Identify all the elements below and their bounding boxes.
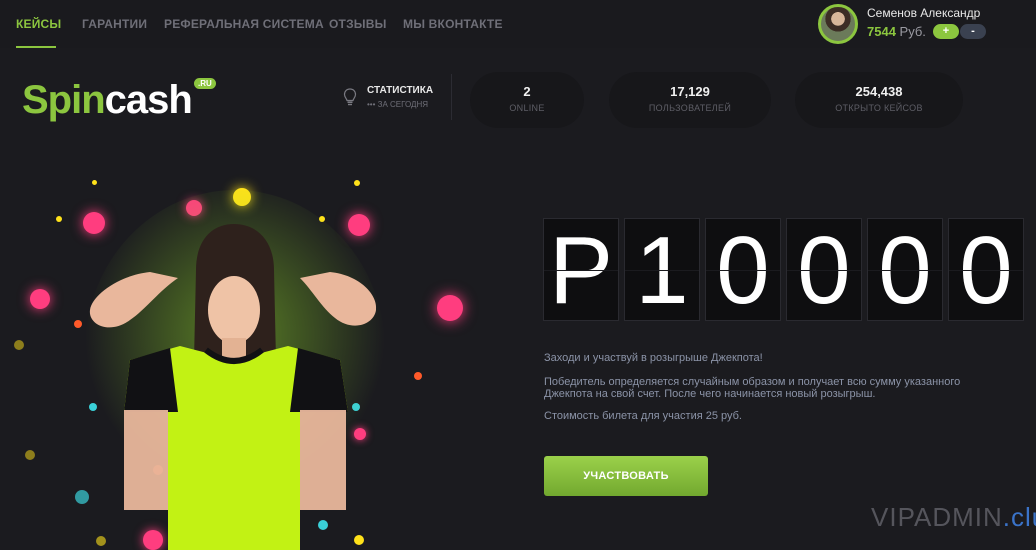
stat-cases-opened: 254,438 ОТКРЫТО КЕЙСОВ: [795, 72, 963, 128]
jackpot-digit: 1: [624, 218, 700, 322]
jackpot-digit: 0: [705, 218, 781, 322]
nav-item-cases[interactable]: КЕЙСЫ: [0, 0, 66, 48]
user-balance: 7544 Руб.: [867, 24, 926, 39]
stats-divider: [451, 74, 452, 120]
stat-cases-value: 254,438: [855, 84, 903, 99]
jackpot-digit: Р: [543, 218, 619, 322]
balance-value: 7544: [867, 24, 896, 39]
nav-item-vk[interactable]: МЫ ВКОНТАКТЕ: [403, 0, 503, 48]
hero-illustration: [0, 150, 520, 550]
jackpot-intro: Заходи и участвуй в розыгрыше Джекпота!: [544, 352, 763, 364]
participate-button[interactable]: УЧАСТВОВАТЬ: [544, 456, 708, 496]
nav-item-referral[interactable]: РЕФЕРАЛЬНАЯ СИСТЕМА: [164, 0, 324, 48]
stat-users-label: ПОЛЬЗОВАТЕЛЕЙ: [648, 103, 732, 113]
stat-users-value: 17,129: [670, 84, 710, 99]
lightbulb-icon: [343, 88, 357, 106]
jackpot-digit: 0: [948, 218, 1024, 322]
top-bar: КЕЙСЫ ГАРАНТИИ РЕФЕРАЛЬНАЯ СИСТЕМА ОТЗЫВ…: [0, 0, 1036, 48]
nav-item-guarantees[interactable]: ГАРАНТИИ: [82, 0, 147, 48]
stat-online-label: ONLINE: [509, 103, 545, 113]
user-name[interactable]: Семенов Александр: [867, 6, 980, 20]
jackpot-rules-line2: Джекпота на свой счет. После чего начина…: [544, 388, 876, 400]
stat-cases-label: ОТКРЫТО КЕЙСОВ: [835, 103, 923, 113]
nav-item-reviews[interactable]: ОТЗЫВЫ: [329, 0, 387, 48]
site-logo[interactable]: Spincash .RU: [22, 78, 216, 122]
jackpot-digit: 0: [867, 218, 943, 322]
watermark-text: VIPADMIN: [871, 502, 1003, 532]
logo-domain-badge: .RU: [194, 78, 216, 89]
main-nav: КЕЙСЫ ГАРАНТИИ РЕФЕРАЛЬНАЯ СИСТЕМА ОТЗЫВ…: [0, 0, 502, 48]
logo-part-spin: Spin: [22, 78, 106, 122]
watermark: VIPADMIN.club: [871, 502, 1036, 533]
stats-subtitle: ••• ЗА СЕГОДНЯ: [367, 100, 429, 109]
withdraw-button[interactable]: -: [960, 24, 986, 39]
jackpot-digit: 0: [786, 218, 862, 322]
stat-online: 2 ONLINE: [470, 72, 584, 128]
jackpot-ticket-price: Стоимость билета для участия 25 руб.: [544, 410, 742, 422]
avatar[interactable]: [818, 4, 858, 44]
stat-online-value: 2: [523, 84, 531, 99]
person-illustration: [85, 190, 385, 550]
balance-currency: Руб.: [899, 24, 926, 39]
add-funds-button[interactable]: +: [933, 24, 959, 39]
stat-users: 17,129 ПОЛЬЗОВАТЕЛЕЙ: [609, 72, 771, 128]
watermark-domain: .club: [1002, 502, 1036, 532]
logo-part-cash: cash: [104, 78, 193, 122]
stats-title: СТАТИСТИКА: [367, 85, 434, 96]
